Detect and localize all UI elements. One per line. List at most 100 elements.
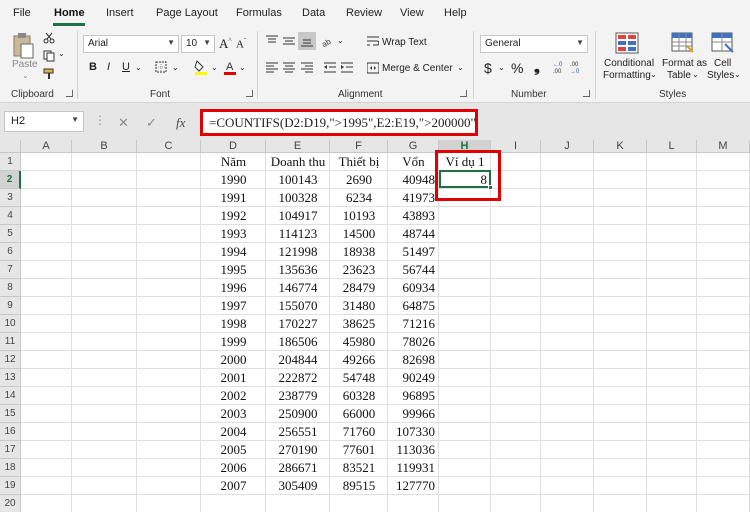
row-header-17[interactable]: 17 (0, 441, 21, 459)
row-header-12[interactable]: 12 (0, 351, 21, 369)
decrease-font-size-icon[interactable]: Aˇ (236, 37, 246, 51)
spreadsheet-grid[interactable]: A B C D E F G H I J K L M 1 2 3 4 5 6 7 8 9 10 11 12 13 14 15 16 17 18… (0, 140, 750, 512)
increase-font-size-icon[interactable]: A^ (219, 36, 232, 52)
row-header-9[interactable]: 9 (0, 297, 21, 315)
align-left-icon[interactable] (265, 60, 279, 74)
menu-view[interactable]: View (400, 7, 424, 19)
revenue-cell[interactable]: 250900 (266, 405, 330, 423)
format-painter-icon[interactable] (42, 67, 56, 81)
merge-center-button[interactable]: Merge & Center (382, 63, 453, 74)
column-header-k[interactable]: K (594, 140, 647, 153)
format-as-table-dropdown-icon[interactable]: ⌄ (692, 70, 699, 79)
row-header-7[interactable]: 7 (0, 261, 21, 279)
year-cell[interactable]: 1995 (201, 261, 266, 279)
capital-cell[interactable]: 40948 (388, 171, 439, 189)
formula-input[interactable]: =COUNTIFS(D2:D19,">1995",E2:E19,">200000… (200, 109, 478, 136)
align-top-icon[interactable] (265, 34, 279, 48)
equipment-cell[interactable]: 45980 (330, 333, 388, 351)
equipment-cell[interactable]: 77601 (330, 441, 388, 459)
row-header-19[interactable]: 19 (0, 477, 21, 495)
bold-button[interactable]: B (89, 61, 97, 73)
column-header-g[interactable]: G (388, 140, 439, 153)
capital-cell[interactable]: 64875 (388, 297, 439, 315)
revenue-cell[interactable]: 100328 (266, 189, 330, 207)
align-right-icon[interactable] (300, 60, 314, 74)
column-header-b[interactable]: B (72, 140, 137, 153)
year-cell[interactable]: 1991 (201, 189, 266, 207)
capital-cell[interactable]: 60934 (388, 279, 439, 297)
comma-style-button[interactable]: ❟ (534, 59, 540, 76)
year-cell[interactable]: 2006 (201, 459, 266, 477)
equipment-cell[interactable]: 89515 (330, 477, 388, 495)
menu-home[interactable]: Home (54, 7, 85, 19)
year-cell[interactable]: 2000 (201, 351, 266, 369)
select-all-corner[interactable] (0, 140, 21, 153)
row-header-8[interactable]: 8 (0, 279, 21, 297)
underline-button[interactable]: U (122, 61, 130, 73)
column-header-c[interactable]: C (137, 140, 201, 153)
header-cell[interactable]: Thiết bị (330, 153, 388, 171)
row-header-4[interactable]: 4 (0, 207, 21, 225)
equipment-cell[interactable]: 28479 (330, 279, 388, 297)
year-cell[interactable]: 2002 (201, 387, 266, 405)
format-as-table-label-1[interactable]: Format as (662, 58, 707, 69)
wrap-text-button[interactable]: Wrap Text (382, 37, 427, 48)
column-header-m[interactable]: M (697, 140, 750, 153)
equipment-cell[interactable]: 83521 (330, 459, 388, 477)
decrease-decimal-icon[interactable]: .00 →0 (570, 59, 584, 75)
year-cell[interactable]: 1993 (201, 225, 266, 243)
equipment-cell[interactable]: 14500 (330, 225, 388, 243)
orientation-dropdown-icon[interactable]: ⌄ (337, 36, 344, 45)
menu-help[interactable]: Help (444, 7, 467, 19)
column-header-f[interactable]: F (330, 140, 388, 153)
capital-cell[interactable]: 78026 (388, 333, 439, 351)
column-header-l[interactable]: L (647, 140, 697, 153)
row-header-10[interactable]: 10 (0, 315, 21, 333)
align-center-icon[interactable] (282, 60, 296, 74)
menu-file[interactable]: File (13, 7, 31, 19)
fill-color-icon[interactable] (193, 59, 209, 75)
conditional-formatting-dropdown-icon[interactable]: ⌄ (650, 70, 657, 79)
column-header-a[interactable]: A (21, 140, 72, 153)
capital-cell[interactable]: 119931 (388, 459, 439, 477)
capital-cell[interactable]: 113036 (388, 441, 439, 459)
font-launcher-icon[interactable] (246, 90, 253, 97)
revenue-cell[interactable]: 270190 (266, 441, 330, 459)
cell-styles-label-1[interactable]: Cell (714, 58, 731, 69)
increase-decimal-icon[interactable]: ←0.00 (553, 59, 567, 75)
year-cell[interactable]: 1994 (201, 243, 266, 261)
row-header-18[interactable]: 18 (0, 459, 21, 477)
equipment-cell[interactable]: 66000 (330, 405, 388, 423)
conditional-formatting-label-2[interactable]: Formatting (603, 70, 651, 81)
conditional-formatting-icon[interactable] (614, 31, 640, 55)
revenue-cell[interactable]: 256551 (266, 423, 330, 441)
revenue-cell[interactable]: 121998 (266, 243, 330, 261)
decrease-indent-icon[interactable] (323, 60, 337, 74)
row-header-13[interactable]: 13 (0, 369, 21, 387)
equipment-cell[interactable]: 49266 (330, 351, 388, 369)
revenue-cell[interactable]: 155070 (266, 297, 330, 315)
alignment-launcher-icon[interactable] (460, 90, 467, 97)
row-header-15[interactable]: 15 (0, 405, 21, 423)
equipment-cell[interactable]: 31480 (330, 297, 388, 315)
fill-color-dropdown-icon[interactable]: ⌄ (211, 63, 218, 72)
capital-cell[interactable]: 51497 (388, 243, 439, 261)
year-cell[interactable]: 2001 (201, 369, 266, 387)
number-format-select[interactable]: General ▼ (480, 35, 588, 53)
header-cell[interactable]: Năm (201, 153, 266, 171)
paste-dropdown-icon[interactable]: ⌄ (22, 71, 29, 80)
year-cell[interactable]: 2004 (201, 423, 266, 441)
capital-cell[interactable]: 107330 (388, 423, 439, 441)
revenue-cell[interactable]: 238779 (266, 387, 330, 405)
column-header-e[interactable]: E (266, 140, 330, 153)
cell-styles-label-2[interactable]: Styles (707, 70, 734, 81)
year-cell[interactable]: 1999 (201, 333, 266, 351)
row-header-5[interactable]: 5 (0, 225, 21, 243)
wrap-text-icon[interactable] (366, 34, 380, 48)
capital-cell[interactable]: 48744 (388, 225, 439, 243)
row-header-20[interactable]: 20 (0, 495, 21, 512)
increase-indent-icon[interactable] (340, 60, 354, 74)
italic-button[interactable]: I (107, 61, 110, 73)
equipment-cell[interactable]: 6234 (330, 189, 388, 207)
copy-icon[interactable] (42, 49, 56, 63)
